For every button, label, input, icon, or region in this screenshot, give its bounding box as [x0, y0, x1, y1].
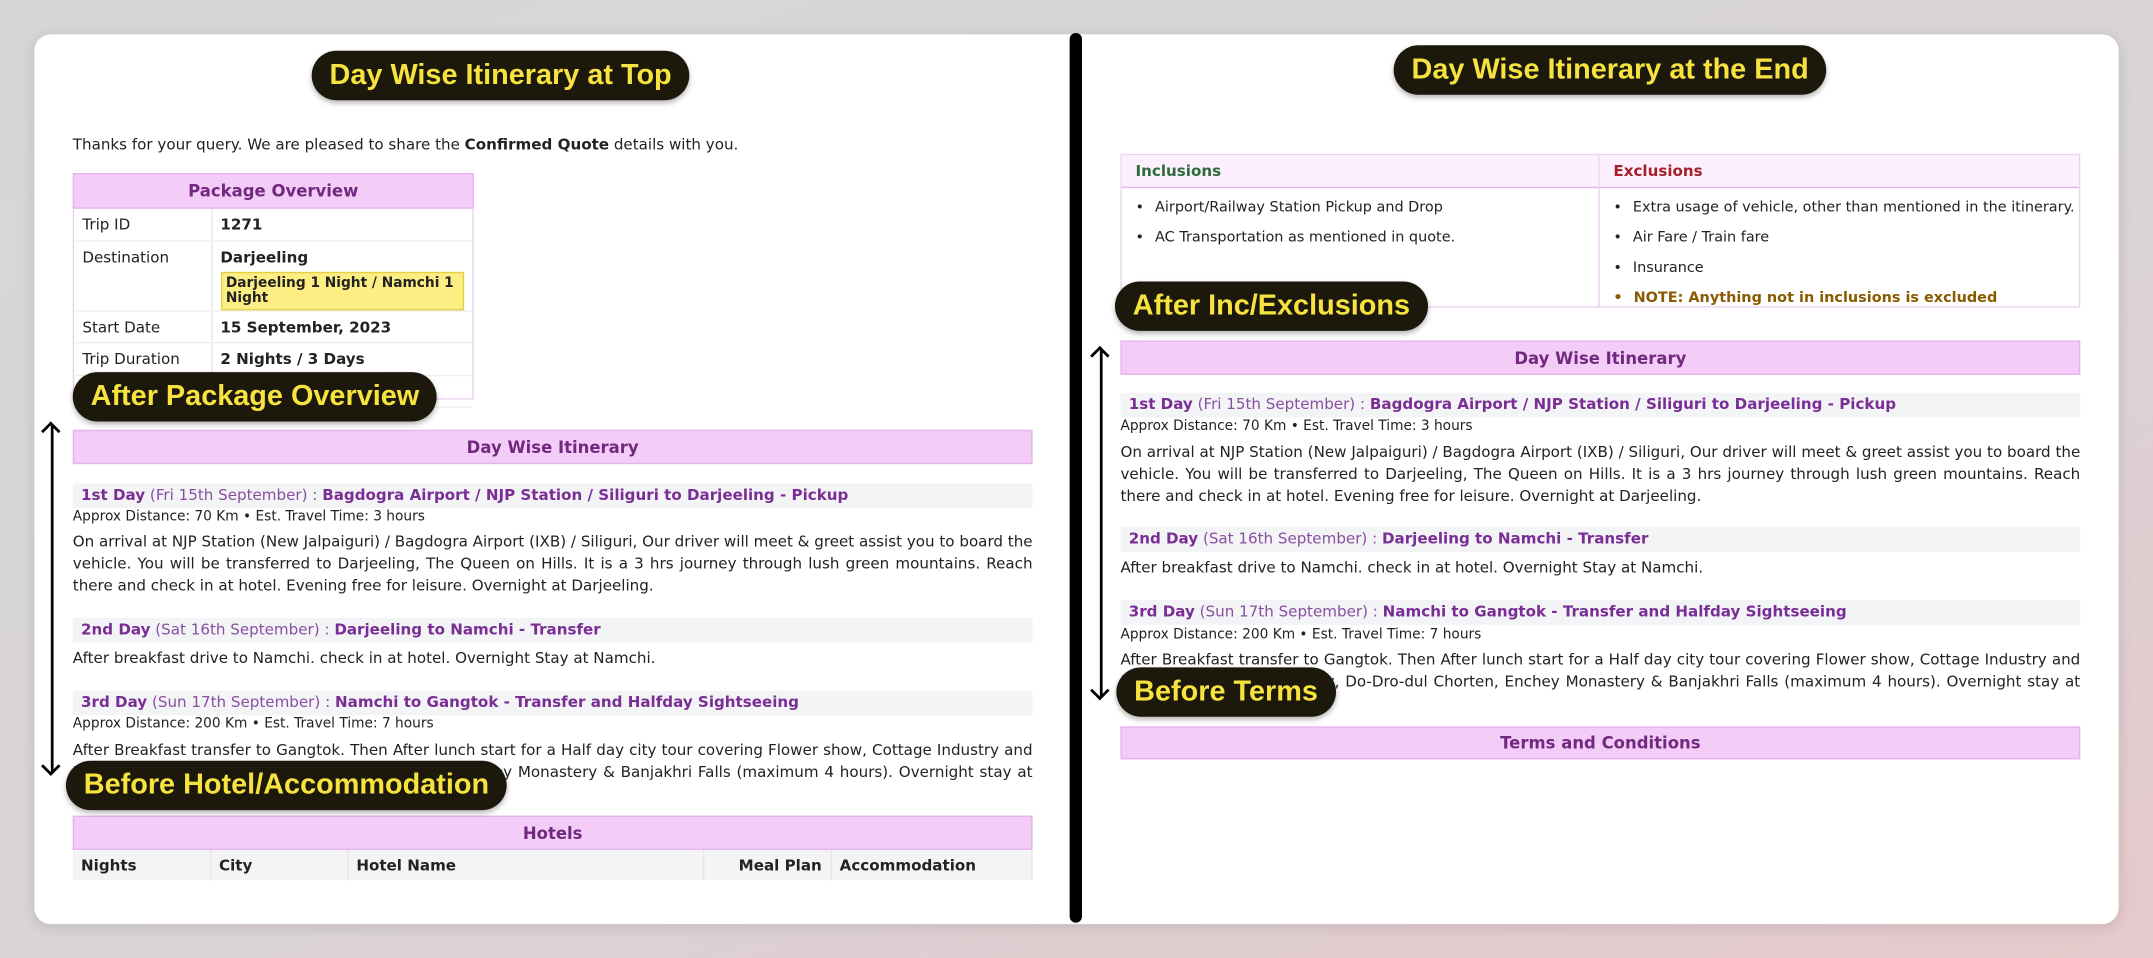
annotation-before-hotel: Before Hotel/Accommodation: [65, 760, 507, 811]
day-1-text: On arrival at NJP Station (New Jalpaigur…: [72, 532, 1033, 595]
divider: [1069, 32, 1083, 923]
exclusions: Exclusions Extra usage of vehicle, other…: [1598, 153, 2081, 308]
itinerary-title-end: Day Wise Itinerary: [1120, 340, 2081, 375]
intro-text: Thanks for your query. We are pleased to…: [72, 135, 739, 154]
day-3-title: 3rd Day (Sun 17th September) : Namchi to…: [1120, 600, 2081, 625]
double-arrow-icon: [1099, 348, 1103, 698]
hotels-table: Nights City Hotel Name Meal Plan Accommodati…: [72, 849, 1033, 881]
day-3-title: 3rd Day (Sun 17th September) : Namchi to…: [72, 690, 1033, 716]
hotels-title: Hotels: [72, 815, 1033, 850]
annotation-after-package: After Package Overview: [72, 372, 438, 422]
day-3-meta: Approx Distance: 200 Km • Est. Travel Ti…: [1120, 627, 1482, 643]
day-2-text: After breakfast drive to Namchi. check i…: [1120, 558, 1704, 577]
day-2-text: After breakfast drive to Namchi. check i…: [72, 649, 656, 668]
day-3-meta: Approx Distance: 200 Km • Est. Travel Ti…: [72, 716, 434, 732]
day-1-meta: Approx Distance: 70 Km • Est. Travel Tim…: [1120, 418, 1473, 434]
annotation-after-inc: After Inc/Exclusions: [1114, 281, 1428, 331]
terms-title: Terms and Conditions: [1120, 726, 2081, 760]
package-title: Package Overview: [72, 173, 474, 209]
package-row: Start Date 15 September, 2023: [74, 310, 473, 343]
day-1-meta: Approx Distance: 70 Km • Est. Travel Tim…: [72, 509, 425, 525]
day-1-title: 1st Day (Fri 15th September) : Bagdogra …: [1120, 392, 2081, 418]
day-2-title: 2nd Day (Sat 16th September) : Darjeelin…: [72, 617, 1033, 643]
package-row: Destination Darjeeling Darjeeling 1 Night …: [74, 240, 473, 312]
destination-tag: Darjeeling 1 Night / Namchi 1 Night: [220, 271, 465, 310]
package-row: Trip ID 1271: [74, 208, 473, 241]
package-row: Trip Duration 2 Nights / 3 Days: [74, 341, 473, 376]
annotation-top: Day Wise Itinerary at Top: [311, 50, 690, 101]
package-overview: Package Overview Trip ID 1271 Destination…: [72, 173, 474, 408]
day-2-title: 2nd Day (Sat 16th September) : Darjeelin…: [1120, 527, 2081, 552]
double-arrow-icon: [50, 424, 54, 774]
annotation-end: Day Wise Itinerary at the End: [1393, 45, 1827, 95]
day-1-title: 1st Day (Fri 15th September) : Bagdogra …: [72, 483, 1033, 509]
annotation-before-terms: Before Terms: [1116, 667, 1336, 717]
day-1-text: On arrival at NJP Station (New Jalpaigur…: [1120, 443, 2081, 506]
itinerary-title: Day Wise Itinerary: [72, 429, 1033, 465]
